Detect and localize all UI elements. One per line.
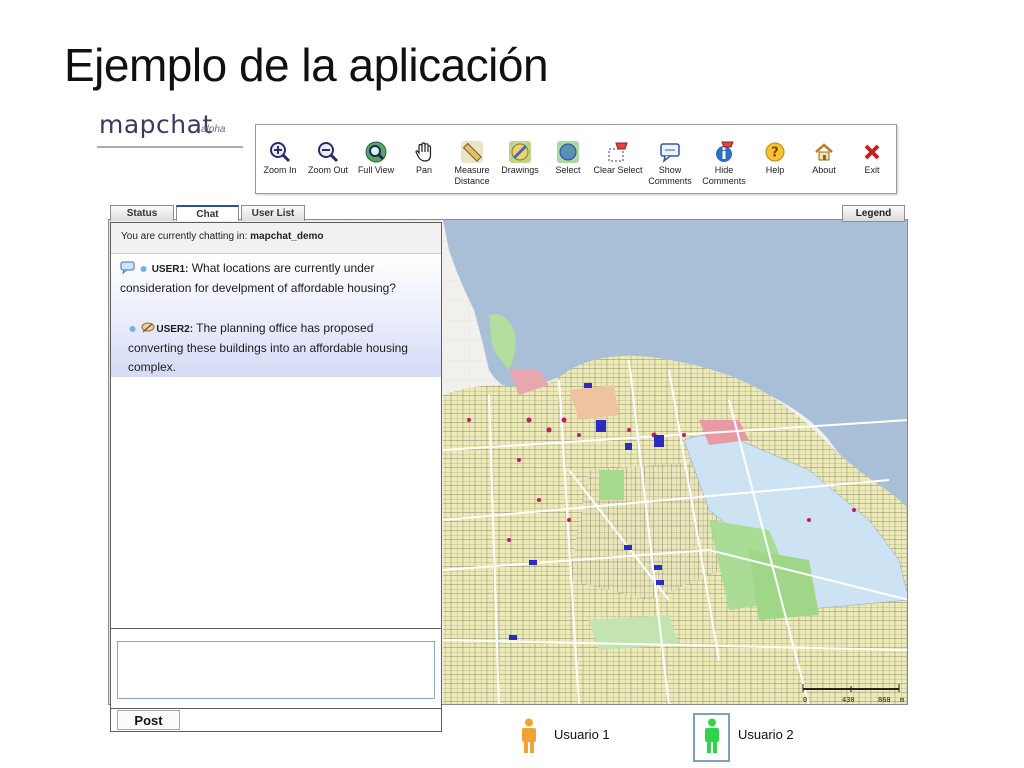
scale-label: 430 [842,696,855,704]
chat-panel: You are currently chatting in: mapchat_d… [110,222,442,732]
user2-label: Usuario 2 [738,727,794,742]
logo-name: mapchat [99,110,213,139]
tool-label: Select [555,165,581,175]
show-comments-button[interactable]: Show Comments [642,141,698,187]
map-toolbar: Zoom In Zoom Out Full View Pan Measure D… [255,124,897,194]
zoom-out-icon [318,142,339,163]
hide-comments-button[interactable]: Hide Comments [696,141,752,187]
tool-label: Clear Select [593,165,643,175]
globe-select-icon [557,141,579,163]
help-button[interactable]: ? Help [747,141,803,176]
chat-message: USER1: What locations are currently unde… [120,259,430,298]
home-icon [815,143,833,161]
tool-label: Exit [864,165,880,175]
hide-comments-icon [716,141,734,162]
tool-label: Help [765,165,785,175]
online-dot-icon [129,326,136,332]
post-bar: Post [111,708,441,732]
slide-title: Ejemplo de la aplicación [64,39,549,91]
clear-select-icon [608,142,628,162]
tool-label: Hide Comments [702,165,746,186]
scale-label: 0 [803,696,807,704]
chat-input-area [111,628,441,708]
room-name: mapchat_demo [250,231,324,242]
user1-person-icon [522,718,536,753]
svg-text:?: ? [771,146,779,161]
select-button[interactable]: Select [540,141,596,176]
chat-message: USER2: The planning office has proposed … [128,319,430,377]
chat-room-info: You are currently chatting in: mapchat_d… [111,223,441,254]
logo-suffix: alpha [201,124,226,135]
park-area [599,470,624,500]
hand-icon [415,142,432,162]
message-input[interactable] [117,641,435,699]
message-user: USER2: [156,324,194,335]
room-prefix: You are currently chatting in: [121,231,248,242]
tab-status[interactable]: Status [110,205,174,221]
legend-button[interactable]: Legend [842,205,905,222]
message-list[interactable]: USER1: What locations are currently unde… [111,255,441,377]
post-button[interactable]: Post [117,710,180,730]
mapchat-logo: mapchat alpha [97,110,243,148]
zoom-in-icon [270,142,291,163]
user1-label: Usuario 1 [554,727,610,742]
tool-label: Show Comments [648,165,692,186]
scale-unit: m [900,696,904,704]
pencil-icon [509,141,531,163]
user2-person-icon [705,718,719,753]
online-dot-icon [140,266,147,272]
ruler-icon [461,141,483,163]
speech-bubble-icon [660,143,680,163]
close-x-icon [864,144,880,160]
speech-bubble-icon[interactable] [120,261,136,274]
exit-button[interactable]: Exit [844,141,900,176]
scale-label: 860 [878,696,891,704]
full-view-icon [365,141,387,163]
tab-user-list[interactable]: User List [241,205,305,221]
clear-select-button[interactable]: Clear Select [590,141,646,176]
map-pin-comment-icon[interactable] [140,321,156,334]
message-user: USER1: [151,264,189,275]
question-icon: ? [765,142,785,162]
tab-chat[interactable]: Chat [176,205,239,221]
